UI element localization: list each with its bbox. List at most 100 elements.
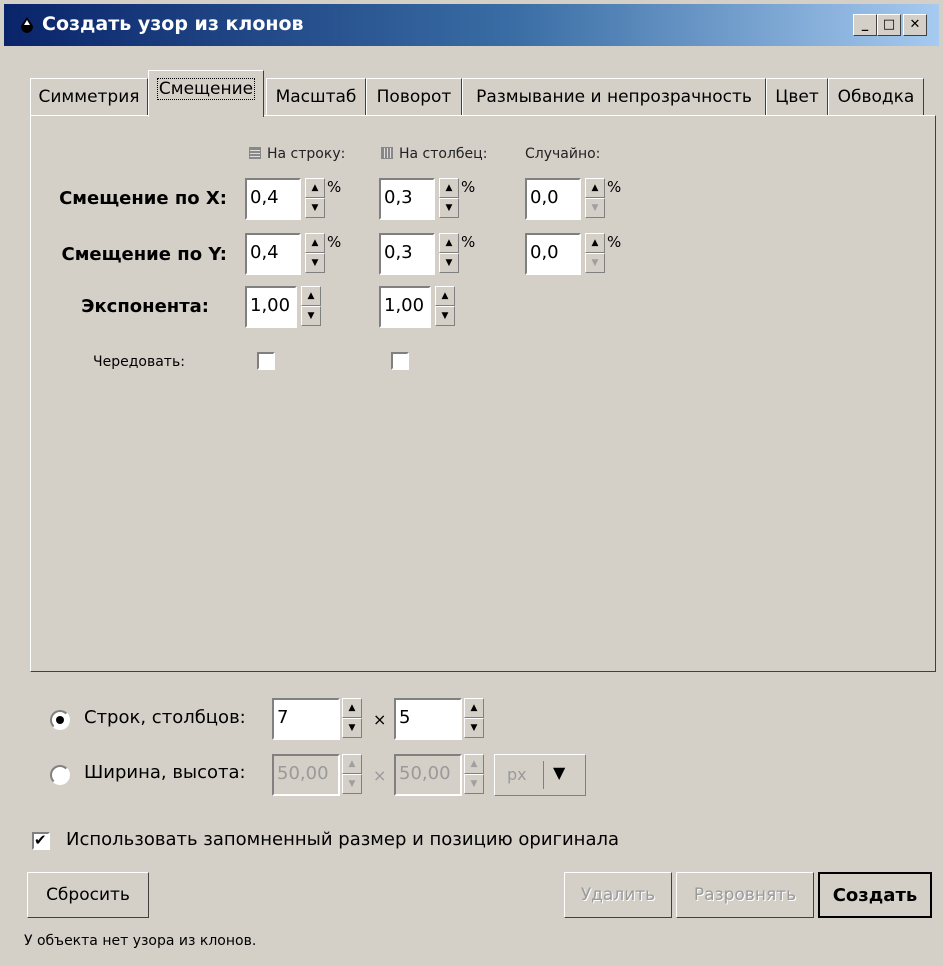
- tab-symmetry[interactable]: Симметрия: [30, 78, 148, 116]
- use-saved-checkbox[interactable]: [32, 831, 50, 850]
- percent-unit: %: [327, 178, 342, 196]
- maximize-button[interactable]: □: [877, 14, 901, 36]
- column-header-random: Случайно:: [525, 146, 601, 162]
- exponent-label: Экспонента:: [81, 296, 209, 317]
- percent-unit: %: [461, 233, 476, 251]
- height-input[interactable]: 50,00: [394, 754, 462, 796]
- unclump-button[interactable]: Разровнять: [676, 872, 814, 918]
- spin-down-icon[interactable]: ▼: [585, 253, 605, 273]
- reset-button[interactable]: Сбросить: [27, 872, 149, 918]
- spin-arrows[interactable]: ▲ ▼: [301, 286, 321, 328]
- shift-x-label: Смещение по X:: [59, 188, 227, 209]
- spin-arrows[interactable]: ▲ ▼: [585, 178, 605, 220]
- spin-arrows[interactable]: ▲ ▼: [464, 754, 484, 796]
- spin-arrows[interactable]: ▲ ▼: [464, 698, 484, 740]
- rows-cols-label: Строк, столбцов:: [84, 707, 246, 728]
- spin-up-icon[interactable]: ▲: [305, 178, 325, 198]
- shift-y-random-input[interactable]: 0,0: [525, 233, 581, 275]
- use-saved-label: Использовать запомненный размер и позици…: [66, 829, 620, 850]
- spin-down-icon[interactable]: ▼: [342, 774, 362, 794]
- shift-x-random-input[interactable]: 0,0: [525, 178, 581, 220]
- spin-down-icon[interactable]: ▼: [439, 198, 459, 218]
- cols-input[interactable]: 5: [394, 698, 462, 740]
- spin-down-icon[interactable]: ▼: [464, 718, 484, 738]
- times-sign: ×: [373, 710, 387, 729]
- spin-arrows[interactable]: ▲ ▼: [439, 178, 459, 220]
- tab-color[interactable]: Цвет: [766, 78, 828, 116]
- rows-icon: [249, 147, 261, 159]
- shift-x-per-column-input[interactable]: 0,3: [379, 178, 435, 220]
- spin-down-icon[interactable]: ▼: [585, 198, 605, 218]
- unit-dropdown[interactable]: px ▼: [494, 754, 586, 796]
- rows-cols-radio[interactable]: [50, 710, 70, 730]
- tab-trace[interactable]: Обводка: [828, 78, 924, 116]
- spin-up-icon[interactable]: ▲: [301, 286, 321, 306]
- tab-blur-opacity[interactable]: Размывание и непрозрачность: [462, 78, 766, 116]
- tab-scale[interactable]: Масштаб: [266, 78, 366, 116]
- unit-value: px: [507, 765, 527, 784]
- spin-arrows[interactable]: ▲ ▼: [435, 286, 455, 328]
- tab-rotation[interactable]: Поворот: [366, 78, 462, 116]
- percent-unit: %: [461, 178, 476, 196]
- tab-label: Симметрия: [38, 87, 140, 107]
- spin-arrows[interactable]: ▲ ▼: [342, 698, 362, 740]
- create-button[interactable]: Создать: [818, 872, 932, 918]
- spin-up-icon[interactable]: ▲: [585, 178, 605, 198]
- tab-shift[interactable]: Смещение: [148, 70, 264, 117]
- divider: [543, 761, 544, 789]
- column-header-per-row: На строку:: [249, 146, 345, 162]
- remove-button[interactable]: Удалить: [564, 872, 672, 918]
- clone-tiler-dialog: Создать узор из клонов _ □ ✕ Симметрия С…: [0, 0, 943, 966]
- spin-up-icon[interactable]: ▲: [464, 698, 484, 718]
- percent-unit: %: [327, 233, 342, 251]
- exponent-per-row-input[interactable]: 1,00: [245, 286, 297, 328]
- spin-up-icon[interactable]: ▲: [305, 233, 325, 253]
- close-button[interactable]: ✕: [903, 14, 927, 36]
- chevron-down-icon[interactable]: ▼: [553, 763, 565, 782]
- width-height-label: Ширина, высота:: [84, 762, 246, 783]
- spin-up-icon[interactable]: ▲: [439, 178, 459, 198]
- spin-down-icon[interactable]: ▼: [464, 774, 484, 794]
- alternate-per-row-checkbox[interactable]: [257, 352, 275, 370]
- spin-up-icon[interactable]: ▲: [435, 286, 455, 306]
- spin-arrows[interactable]: ▲ ▼: [585, 233, 605, 275]
- spin-up-icon[interactable]: ▲: [342, 698, 362, 718]
- per-column-label: На столбец:: [399, 146, 488, 162]
- tab-label: Смещение: [156, 78, 256, 100]
- shift-y-label: Смещение по Y:: [61, 244, 228, 265]
- spin-down-icon[interactable]: ▼: [301, 306, 321, 326]
- spin-up-icon[interactable]: ▲: [439, 233, 459, 253]
- rows-input[interactable]: 7: [272, 698, 340, 740]
- window-title: Создать узор из клонов: [42, 13, 304, 35]
- spin-arrows[interactable]: ▲ ▼: [305, 233, 325, 275]
- spin-up-icon[interactable]: ▲: [464, 754, 484, 774]
- width-height-radio[interactable]: [50, 765, 70, 785]
- percent-unit: %: [607, 178, 622, 196]
- title-bar[interactable]: Создать узор из клонов _ □ ✕: [4, 4, 939, 46]
- spin-arrows[interactable]: ▲ ▼: [439, 233, 459, 275]
- tab-label: Размывание и непрозрачность: [476, 87, 752, 107]
- spin-down-icon[interactable]: ▼: [305, 253, 325, 273]
- status-text: У объекта нет узора из клонов.: [24, 933, 257, 949]
- minimize-button[interactable]: _: [853, 14, 877, 36]
- tab-label: Обводка: [837, 87, 915, 107]
- spin-down-icon[interactable]: ▼: [435, 306, 455, 326]
- shift-tab-panel: На строку: На столбец: Случайно: Смещени…: [30, 115, 936, 672]
- width-input[interactable]: 50,00: [272, 754, 340, 796]
- spin-down-icon[interactable]: ▼: [305, 198, 325, 218]
- spin-arrows[interactable]: ▲ ▼: [305, 178, 325, 220]
- spin-up-icon[interactable]: ▲: [342, 754, 362, 774]
- inkscape-icon: [21, 17, 33, 33]
- spin-down-icon[interactable]: ▼: [342, 718, 362, 738]
- exponent-per-column-input[interactable]: 1,00: [379, 286, 431, 328]
- alternate-per-column-checkbox[interactable]: [391, 352, 409, 370]
- spin-up-icon[interactable]: ▲: [585, 233, 605, 253]
- spin-down-icon[interactable]: ▼: [439, 253, 459, 273]
- spin-arrows[interactable]: ▲ ▼: [342, 754, 362, 796]
- tab-label: Поворот: [376, 87, 452, 107]
- percent-unit: %: [607, 233, 622, 251]
- shift-x-per-row-input[interactable]: 0,4: [245, 178, 301, 220]
- shift-y-per-row-input[interactable]: 0,4: [245, 233, 301, 275]
- columns-icon: [381, 147, 393, 159]
- shift-y-per-column-input[interactable]: 0,3: [379, 233, 435, 275]
